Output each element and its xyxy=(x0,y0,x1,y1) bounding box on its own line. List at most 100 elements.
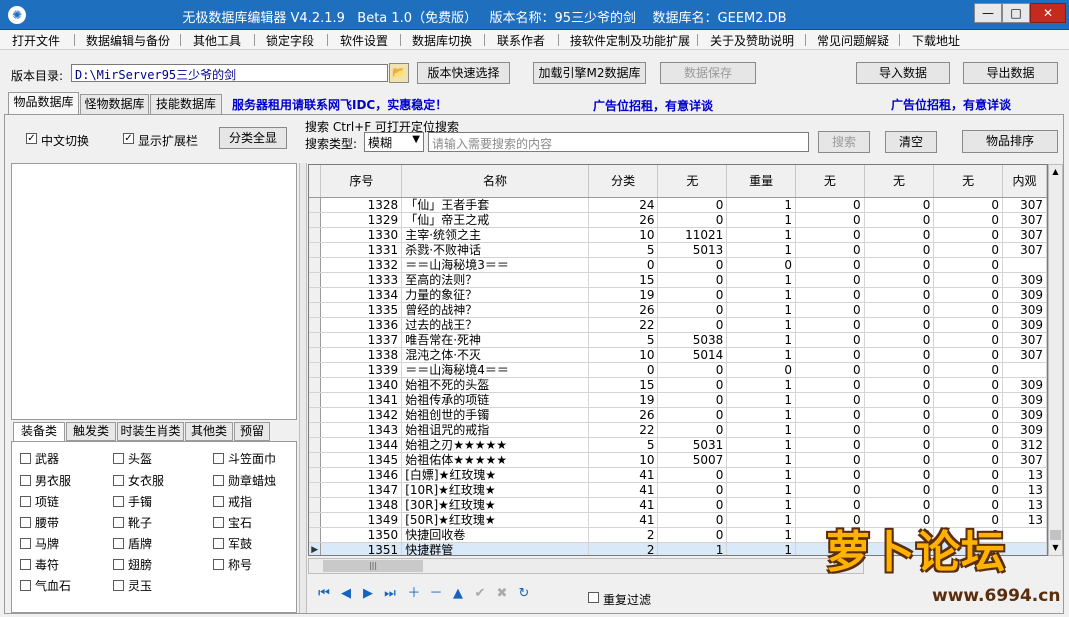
table-cell[interactable]: 309 xyxy=(1002,422,1047,438)
table-cell[interactable]: 1 xyxy=(726,542,796,555)
table-cell[interactable]: 始祖不死的头盔 xyxy=(401,377,589,393)
table-cell[interactable]: 0 xyxy=(933,227,1004,243)
category-helmet[interactable]: 头盔 xyxy=(113,450,152,467)
table-cell[interactable]: 0 xyxy=(933,242,1004,258)
checkbox[interactable] xyxy=(113,475,124,486)
table-cell[interactable]: 309 xyxy=(1002,287,1047,303)
table-cell[interactable]: 1348 xyxy=(320,497,403,513)
post-icon[interactable]: ✔ xyxy=(470,584,490,604)
table-cell[interactable] xyxy=(1002,257,1047,273)
table-cell[interactable]: 始祖传承的项链 xyxy=(401,392,589,408)
table-cell[interactable]: 混沌之体·不灭 xyxy=(401,347,589,363)
table-cell[interactable]: [白嫖]★红玫瑰★ xyxy=(401,467,589,483)
table-cell[interactable]: 1343 xyxy=(320,422,403,438)
table-cell[interactable]: 0 xyxy=(588,362,659,378)
table-row[interactable]: 1337 唯吾常在·死神 5 5038 1 0 0 0 307 xyxy=(309,332,1047,348)
table-cell[interactable]: 1 xyxy=(726,197,796,213)
table-cell[interactable]: 1329 xyxy=(320,212,403,228)
row-indicator[interactable] xyxy=(309,467,322,483)
menu-lock-field[interactable]: 锁定字段 xyxy=(266,32,314,49)
table-cell[interactable]: 0 xyxy=(864,437,935,453)
close-button[interactable]: ✕ xyxy=(1030,3,1066,23)
clear-button[interactable]: 清空 xyxy=(885,131,937,153)
checkbox[interactable] xyxy=(213,496,224,507)
menu-faq[interactable]: 常见问题解疑 xyxy=(817,32,889,49)
table-row[interactable]: 1334 力量的象征？ 19 0 1 0 0 0 309 xyxy=(309,287,1047,303)
table-row[interactable]: 1332 ＝＝山海秘境3＝＝ 0 0 0 0 0 0 xyxy=(309,257,1047,273)
row-indicator[interactable] xyxy=(309,452,322,468)
table-cell[interactable]: 0 xyxy=(864,362,935,378)
category-wings[interactable]: 翅膀 xyxy=(113,556,152,573)
horizontal-scrollbar[interactable]: ||| xyxy=(308,558,864,574)
table-cell[interactable]: 始祖诅咒的戒指 xyxy=(401,422,589,438)
row-indicator[interactable] xyxy=(309,317,322,333)
table-cell[interactable]: 0 xyxy=(864,422,935,438)
table-cell[interactable]: 0 xyxy=(795,377,865,393)
table-cell[interactable]: 始祖创世的手镯 xyxy=(401,407,589,423)
checkbox[interactable] xyxy=(113,496,124,507)
table-cell[interactable]: 过去的战王？ xyxy=(401,317,589,333)
tab-monsters[interactable]: 怪物数据库 xyxy=(80,94,149,114)
table-cell[interactable]: 24 xyxy=(588,197,659,213)
table-cell[interactable]: 0 xyxy=(657,497,728,513)
table-cell[interactable]: 0 xyxy=(795,287,865,303)
table-cell[interactable]: 26 xyxy=(588,212,659,228)
table-cell[interactable]: 曾经的战神？ xyxy=(401,302,589,318)
repeat-filter-checkbox[interactable] xyxy=(588,592,599,603)
table-cell[interactable]: 0 xyxy=(657,257,728,273)
table-cell[interactable]: 13 xyxy=(1002,482,1047,498)
show-all-button[interactable]: 分类全显 xyxy=(219,127,287,149)
row-indicator[interactable] xyxy=(309,362,322,378)
category-weapon[interactable]: 武器 xyxy=(20,450,59,467)
table-cell[interactable]: 41 xyxy=(588,467,659,483)
table-cell[interactable]: 1351 xyxy=(320,542,403,555)
category-hat[interactable]: 斗笠面巾 xyxy=(213,450,276,467)
load-engine-button[interactable]: 加载引擎M2数据库 xyxy=(533,62,646,84)
table-cell[interactable]: 41 xyxy=(588,482,659,498)
splitter[interactable] xyxy=(299,163,307,613)
table-cell[interactable]: 0 xyxy=(795,317,865,333)
checkbox[interactable] xyxy=(213,475,224,486)
table-cell[interactable]: 0 xyxy=(933,467,1004,483)
table-cell[interactable]: 0 xyxy=(933,452,1004,468)
table-cell[interactable]: 0 xyxy=(588,257,659,273)
table-cell[interactable]: 1 xyxy=(726,347,796,363)
table-cell[interactable]: 力量的象征？ xyxy=(401,287,589,303)
table-cell[interactable]: 0 xyxy=(864,317,935,333)
table-cell[interactable]: 309 xyxy=(1002,377,1047,393)
column-header[interactable]: 序号 xyxy=(320,165,403,198)
tab-items[interactable]: 物品数据库 xyxy=(8,92,79,115)
table-cell[interactable]: 唯吾常在·死神 xyxy=(401,332,589,348)
table-cell[interactable]: 0 xyxy=(795,332,865,348)
table-row[interactable]: 1348 [30R]★红玫瑰★ 41 0 1 0 0 0 13 xyxy=(309,497,1047,513)
table-cell[interactable]: 1347 xyxy=(320,482,403,498)
table-cell[interactable]: 22 xyxy=(588,317,659,333)
tab-equipment[interactable]: 装备类 xyxy=(13,422,65,442)
table-cell[interactable]: 主宰·统领之主 xyxy=(401,227,589,243)
row-indicator[interactable] xyxy=(309,347,322,363)
column-header[interactable]: 无 xyxy=(864,165,935,198)
row-indicator[interactable] xyxy=(309,512,322,528)
chinese-switch-checkbox[interactable]: ✓ xyxy=(26,133,37,144)
table-cell[interactable]: 0 xyxy=(864,242,935,258)
table-cell[interactable]: 0 xyxy=(795,302,865,318)
table-cell[interactable]: 1330 xyxy=(320,227,403,243)
items-grid[interactable]: 序号 名称 分类 无 重量 无 无 无 内观 1328 「仙」王者手套 24 0 1 0 0… xyxy=(308,164,1048,556)
table-cell[interactable]: 0 xyxy=(933,422,1004,438)
table-cell[interactable]: 0 xyxy=(933,377,1004,393)
table-row[interactable]: 1328 「仙」王者手套 24 0 1 0 0 0 307 xyxy=(309,197,1047,213)
tab-reserved[interactable]: 预留 xyxy=(234,422,270,441)
table-cell[interactable]: 0 xyxy=(657,482,728,498)
table-cell[interactable]: 0 xyxy=(657,407,728,423)
table-cell[interactable]: 0 xyxy=(864,497,935,513)
table-row[interactable]: 1341 始祖传承的项链 19 0 1 0 0 0 309 xyxy=(309,392,1047,408)
table-cell[interactable]: 1 xyxy=(726,287,796,303)
row-indicator[interactable] xyxy=(309,197,322,213)
import-button[interactable]: 导入数据 xyxy=(856,62,950,84)
checkbox[interactable] xyxy=(20,453,31,464)
table-cell[interactable]: 0 xyxy=(933,482,1004,498)
table-cell[interactable]: 0 xyxy=(657,527,728,543)
column-header[interactable]: 无 xyxy=(795,165,865,198)
table-cell[interactable]: 0 xyxy=(795,422,865,438)
table-cell[interactable]: 1328 xyxy=(320,197,403,213)
